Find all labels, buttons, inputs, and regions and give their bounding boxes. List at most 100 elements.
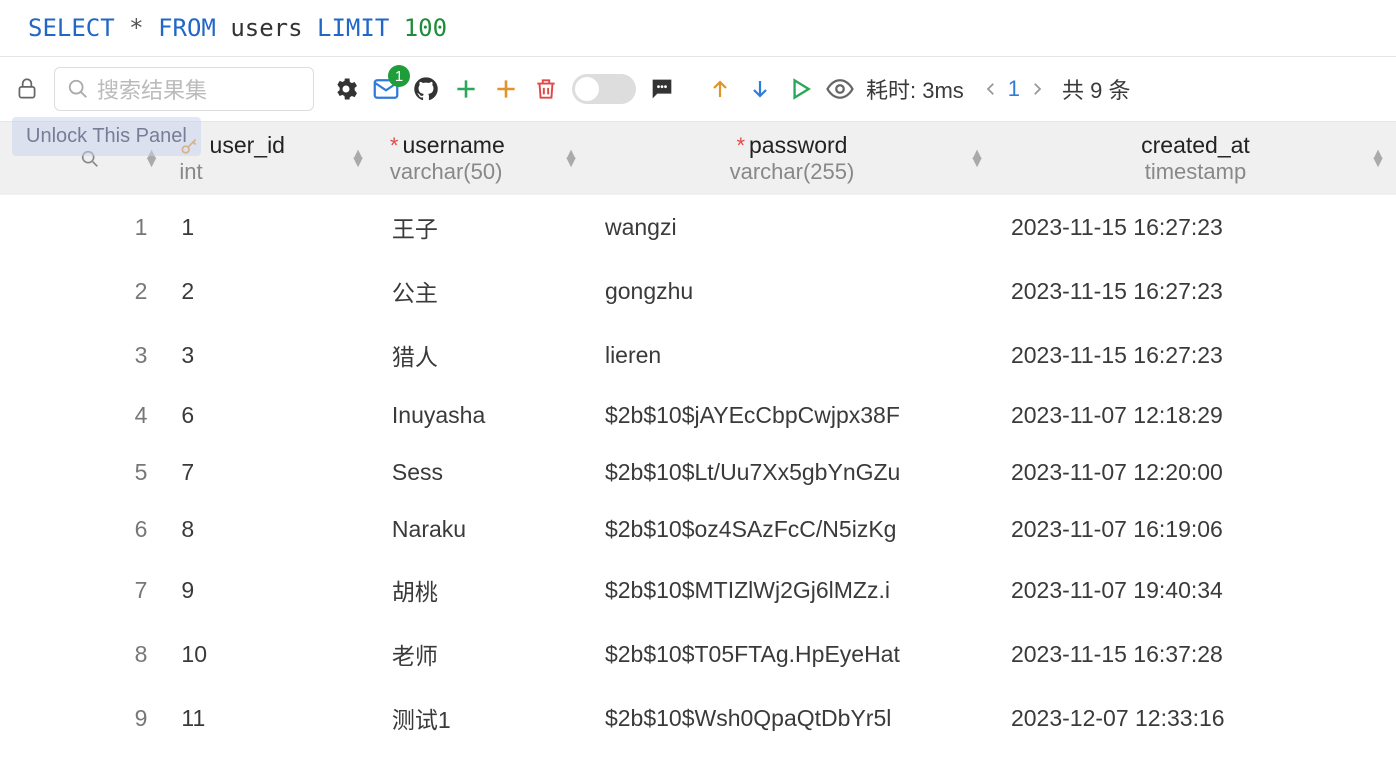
table-row[interactable]: 911测试1$2b$10$Wsh0QpaQtDbYr5l2023-12-07 1… [0,686,1396,750]
cell-created-at[interactable]: 2023-11-15 16:27:23 [995,195,1396,259]
cell-created-at[interactable]: 2023-11-15 16:37:28 [995,622,1396,686]
sort-icon: ▲▼ [563,151,579,167]
cell-created-at[interactable]: 2023-11-07 16:19:06 [995,501,1396,558]
comment-icon[interactable] [644,71,680,107]
sort-icon: ▲▼ [144,151,160,167]
arrow-up-icon[interactable] [702,71,738,107]
lock-icon[interactable] [8,70,46,108]
total-count: 共 9 条 [1062,73,1130,105]
mail-icon[interactable]: 1 [368,71,404,107]
prev-page-icon[interactable] [982,80,1000,98]
arrow-down-icon[interactable] [742,71,778,107]
mail-badge: 1 [388,65,410,87]
cell-username[interactable]: Inuyasha [376,387,589,444]
cell-username[interactable]: Sess [376,444,589,501]
add-row-icon[interactable] [448,71,484,107]
cell-created-at[interactable]: 2023-11-15 16:27:23 [995,259,1396,323]
cell-rownum: 5 [65,444,165,501]
cell-user-id[interactable]: 2 [165,259,376,323]
github-icon[interactable] [408,71,444,107]
cell-created-at[interactable]: 2023-11-07 19:40:34 [995,558,1396,622]
cell-user-id[interactable]: 9 [165,558,376,622]
results-table-wrap: ▲▼ user_id int ▲▼ *username varchar(50) … [0,122,1396,750]
play-icon[interactable] [782,71,818,107]
cell-username[interactable]: 王子 [376,195,589,259]
next-page-icon[interactable] [1028,80,1046,98]
cell-password[interactable]: lieren [589,323,995,387]
cell-username[interactable]: 老师 [376,622,589,686]
cell-user-id[interactable]: 3 [165,323,376,387]
table-row[interactable]: 810老师$2b$10$T05FTAg.HpEyeHat2023-11-15 1… [0,622,1396,686]
cell-created-at[interactable]: 2023-11-15 16:27:23 [995,323,1396,387]
col-username[interactable]: *username varchar(50) ▲▼ [376,122,589,195]
cell-checkbox[interactable] [0,686,65,750]
cell-username[interactable]: Naraku [376,501,589,558]
cell-rownum: 2 [65,259,165,323]
cell-rownum: 3 [65,323,165,387]
cell-user-id[interactable]: 1 [165,195,376,259]
table-row[interactable]: 33猎人lieren2023-11-15 16:27:23 [0,323,1396,387]
cell-checkbox[interactable] [0,622,65,686]
cell-checkbox[interactable] [0,444,65,501]
col-password[interactable]: *password varchar(255) ▲▼ [589,122,995,195]
cell-checkbox[interactable] [0,195,65,259]
cell-checkbox[interactable] [0,323,65,387]
timing-label: 耗时: 3ms [866,73,964,105]
toggle-switch[interactable] [572,74,636,104]
search-icon [67,78,89,100]
key-icon [179,137,199,157]
add-column-icon[interactable] [488,71,524,107]
search-placeholder: 搜索结果集 [97,73,207,105]
cell-rownum: 6 [65,501,165,558]
cell-password[interactable]: $2b$10$Lt/Uu7Xx5gbYnGZu [589,444,995,501]
cell-checkbox[interactable] [0,387,65,444]
table-row[interactable]: 22公主gongzhu2023-11-15 16:27:23 [0,259,1396,323]
sort-icon: ▲▼ [350,151,366,167]
search-input[interactable]: 搜索结果集 [54,67,314,111]
cell-created-at[interactable]: 2023-11-07 12:18:29 [995,387,1396,444]
cell-password[interactable]: gongzhu [589,259,995,323]
cell-username[interactable]: 胡桃 [376,558,589,622]
cell-user-id[interactable]: 10 [165,622,376,686]
cell-user-id[interactable]: 7 [165,444,376,501]
eye-icon[interactable] [822,71,858,107]
cell-password[interactable]: $2b$10$MTIZlWj2Gj6lMZz.i [589,558,995,622]
table-row[interactable]: 57Sess$2b$10$Lt/Uu7Xx5gbYnGZu2023-11-07 … [0,444,1396,501]
cell-username[interactable]: 公主 [376,259,589,323]
cell-user-id[interactable]: 11 [165,686,376,750]
cell-rownum: 8 [65,622,165,686]
gear-icon[interactable] [328,71,364,107]
page-number[interactable]: 1 [1008,76,1020,102]
sort-icon: ▲▼ [1370,151,1386,167]
cell-password[interactable]: $2b$10$jAYEcCbpCwjpx38F [589,387,995,444]
col-checkbox[interactable] [0,122,65,195]
col-user-id[interactable]: user_id int ▲▼ [165,122,376,195]
cell-password[interactable]: $2b$10$oz4SAzFcC/N5izKg [589,501,995,558]
col-created-at[interactable]: created_at timestamp ▲▼ [995,122,1396,195]
sql-query[interactable]: SELECT * FROM users LIMIT 100 [0,0,1396,57]
table-row[interactable]: 68Naraku$2b$10$oz4SAzFcC/N5izKg2023-11-0… [0,501,1396,558]
cell-password[interactable]: $2b$10$T05FTAg.HpEyeHat [589,622,995,686]
cell-created-at[interactable]: 2023-12-07 12:33:16 [995,686,1396,750]
cell-checkbox[interactable] [0,259,65,323]
cell-checkbox[interactable] [0,501,65,558]
table-row[interactable]: 46Inuyasha$2b$10$jAYEcCbpCwjpx38F2023-11… [0,387,1396,444]
table-row[interactable]: 11王子wangzi2023-11-15 16:27:23 [0,195,1396,259]
table-row[interactable]: 79胡桃$2b$10$MTIZlWj2Gj6lMZz.i2023-11-07 1… [0,558,1396,622]
cell-rownum: 7 [65,558,165,622]
cell-checkbox[interactable] [0,558,65,622]
cell-rownum: 1 [65,195,165,259]
col-rownum[interactable]: ▲▼ [65,122,165,195]
cell-created-at[interactable]: 2023-11-07 12:20:00 [995,444,1396,501]
trash-icon[interactable] [528,71,564,107]
search-icon [79,148,101,170]
cell-username[interactable]: 测试1 [376,686,589,750]
cell-user-id[interactable]: 8 [165,501,376,558]
cell-rownum: 4 [65,387,165,444]
pager: 1 [982,76,1046,102]
cell-password[interactable]: wangzi [589,195,995,259]
cell-user-id[interactable]: 6 [165,387,376,444]
cell-username[interactable]: 猎人 [376,323,589,387]
cell-password[interactable]: $2b$10$Wsh0QpaQtDbYr5l [589,686,995,750]
results-table: ▲▼ user_id int ▲▼ *username varchar(50) … [0,122,1396,750]
